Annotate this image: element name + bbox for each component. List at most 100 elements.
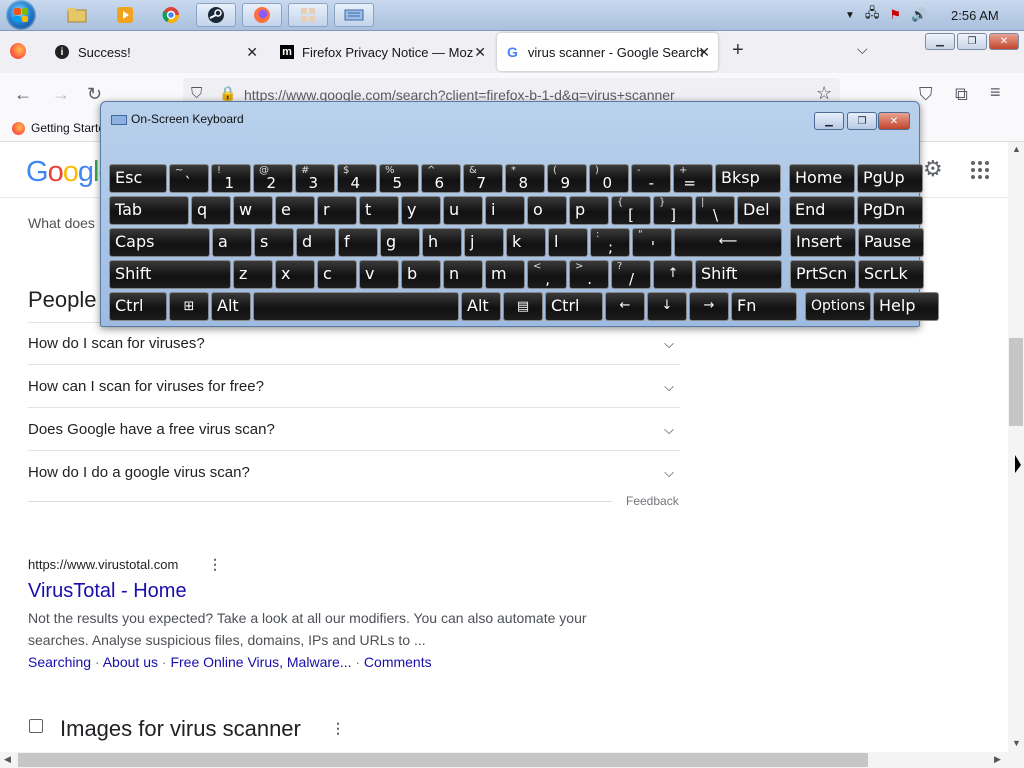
key-'[interactable]: " ' xyxy=(632,228,672,257)
key-r[interactable]: r xyxy=(317,196,357,225)
menu-key[interactable]: ▤ xyxy=(503,292,543,321)
clock[interactable]: 2:56 AM xyxy=(951,0,999,30)
key-y[interactable]: y xyxy=(401,196,441,225)
key-↓[interactable]: ↓ xyxy=(647,292,687,321)
reload-icon[interactable]: ↻ xyxy=(87,84,102,105)
key-3[interactable]: #3 xyxy=(295,164,335,193)
key-g[interactable]: g xyxy=(380,228,420,257)
key-=[interactable]: + = xyxy=(673,164,713,193)
steam-icon[interactable] xyxy=(196,3,236,27)
key-[[interactable]: {[ xyxy=(611,196,651,225)
key-alt[interactable]: Alt xyxy=(461,292,501,321)
key-scrlk[interactable]: ScrLk xyxy=(858,260,924,289)
key-.[interactable]: >. xyxy=(569,260,609,289)
paa-question[interactable]: How do I scan for viruses? ⌵ xyxy=(28,322,680,365)
chrome-icon[interactable] xyxy=(151,3,191,27)
more-options-icon[interactable]: ⋮ xyxy=(208,556,222,573)
menu-icon[interactable]: ≡ xyxy=(990,82,1001,103)
key-↑[interactable]: ↑ xyxy=(653,260,693,289)
list-all-tabs-icon[interactable]: ⌵ xyxy=(857,41,868,58)
scroll-right-icon[interactable]: ▶ xyxy=(994,754,1001,765)
key-w[interactable]: w xyxy=(233,196,273,225)
key-prtscn[interactable]: PrtScn xyxy=(790,260,856,289)
file-explorer-icon[interactable] xyxy=(57,3,97,27)
sitelink[interactable]: Searching xyxy=(28,654,91,670)
sitelink[interactable]: About us xyxy=(103,654,158,670)
key-⟵[interactable]: ⟵ xyxy=(674,228,782,257)
chevron-down-icon[interactable]: ⌵ xyxy=(664,408,674,451)
key-4[interactable]: $4 xyxy=(337,164,377,193)
forward-icon[interactable]: → xyxy=(52,84,70,105)
minimize-button[interactable]: ▁ xyxy=(925,33,955,50)
key-space[interactable] xyxy=(253,292,459,321)
key-ctrl[interactable]: Ctrl xyxy=(545,292,603,321)
scroll-left-icon[interactable]: ◀ xyxy=(4,754,11,765)
more-options-icon[interactable]: ⋮ xyxy=(331,720,345,737)
back-icon[interactable]: ← xyxy=(14,84,32,105)
key-q[interactable]: q xyxy=(191,196,231,225)
windows-key[interactable]: ⊞ xyxy=(169,292,209,321)
scroll-up-icon[interactable]: ▲ xyxy=(1012,144,1021,154)
key-→[interactable]: → xyxy=(689,292,729,321)
key-9[interactable]: (9 xyxy=(547,164,587,193)
key-,[interactable]: <, xyxy=(527,260,567,289)
key-z[interactable]: z xyxy=(233,260,273,289)
images-heading[interactable]: Images for virus scanner xyxy=(60,716,301,742)
key-m[interactable]: m xyxy=(485,260,525,289)
lock-icon[interactable]: 🔒 xyxy=(219,85,236,102)
key-6[interactable]: ^ 6 xyxy=(421,164,461,193)
network-icon[interactable]: 🖧 xyxy=(865,4,880,26)
close-tab-icon[interactable]: ✕ xyxy=(474,44,486,61)
key-s[interactable]: s xyxy=(254,228,294,257)
key-u[interactable]: u xyxy=(443,196,483,225)
close-button[interactable]: ✕ xyxy=(878,112,910,130)
key-0[interactable]: ) 0 xyxy=(589,164,629,193)
key-f[interactable]: f xyxy=(338,228,378,257)
key-shift[interactable]: Shift xyxy=(695,260,782,289)
key-j[interactable]: j xyxy=(464,228,504,257)
key-pgup[interactable]: PgUp xyxy=(857,164,923,193)
key-pause[interactable]: Pause xyxy=(858,228,924,257)
paa-question[interactable]: How do I do a google virus scan? ⌵ xyxy=(28,451,680,493)
key-end[interactable]: End xyxy=(789,196,855,225)
key-p[interactable]: p xyxy=(569,196,609,225)
key-h[interactable]: h xyxy=(422,228,462,257)
key-tab[interactable]: Tab xyxy=(109,196,189,225)
vertical-scroll-thumb[interactable] xyxy=(1009,338,1023,426)
volume-icon[interactable]: 🔊 xyxy=(911,7,927,23)
key-e[interactable]: e xyxy=(275,196,315,225)
key-x[interactable]: x xyxy=(275,260,315,289)
paa-question[interactable]: Does Google have a free virus scan? ⌵ xyxy=(28,408,680,451)
sitelink[interactable]: Comments xyxy=(364,654,432,670)
key-o[interactable]: o xyxy=(527,196,567,225)
result-title-link[interactable]: VirusTotal - Home xyxy=(28,580,187,603)
key-;[interactable]: :; xyxy=(590,228,630,257)
horizontal-scroll-thumb[interactable] xyxy=(18,753,868,767)
key-del[interactable]: Del xyxy=(737,196,781,225)
restore-button[interactable]: ❐ xyxy=(957,33,987,50)
close-tab-icon[interactable]: ✕ xyxy=(698,44,710,61)
chevron-down-icon[interactable]: ⌵ xyxy=(664,322,674,365)
key-esc[interactable]: Esc xyxy=(109,164,167,193)
key-alt[interactable]: Alt xyxy=(211,292,251,321)
chevron-down-icon[interactable]: ⌵ xyxy=(664,451,674,494)
tab-firefox-privacy-notice[interactable]: m Firefox Privacy Notice — Mozilla ✕ xyxy=(270,33,490,71)
key-7[interactable]: & 7 xyxy=(463,164,503,193)
key-caps[interactable]: Caps xyxy=(109,228,210,257)
key-n[interactable]: n xyxy=(443,260,483,289)
key-b[interactable]: b xyxy=(401,260,441,289)
apps-grid-icon[interactable] xyxy=(971,161,989,179)
chevron-down-icon[interactable]: ⌵ xyxy=(664,365,674,408)
settings-gear-icon[interactable]: ⚙ xyxy=(923,156,943,182)
firefox-icon[interactable] xyxy=(242,3,282,27)
key-`[interactable]: ~ ` xyxy=(169,164,209,193)
restore-button[interactable]: ❐ xyxy=(847,112,877,130)
key-k[interactable]: k xyxy=(506,228,546,257)
key-insert[interactable]: Insert xyxy=(790,228,856,257)
key-pgdn[interactable]: PgDn xyxy=(857,196,923,225)
vertical-scrollbar[interactable]: ▲ ▼ xyxy=(1008,142,1024,752)
key-help[interactable]: Help xyxy=(873,292,939,321)
close-tab-icon[interactable]: ✕ xyxy=(246,44,258,61)
feedback-link[interactable]: Feedback xyxy=(626,494,679,508)
scroll-down-icon[interactable]: ▼ xyxy=(1012,738,1021,748)
